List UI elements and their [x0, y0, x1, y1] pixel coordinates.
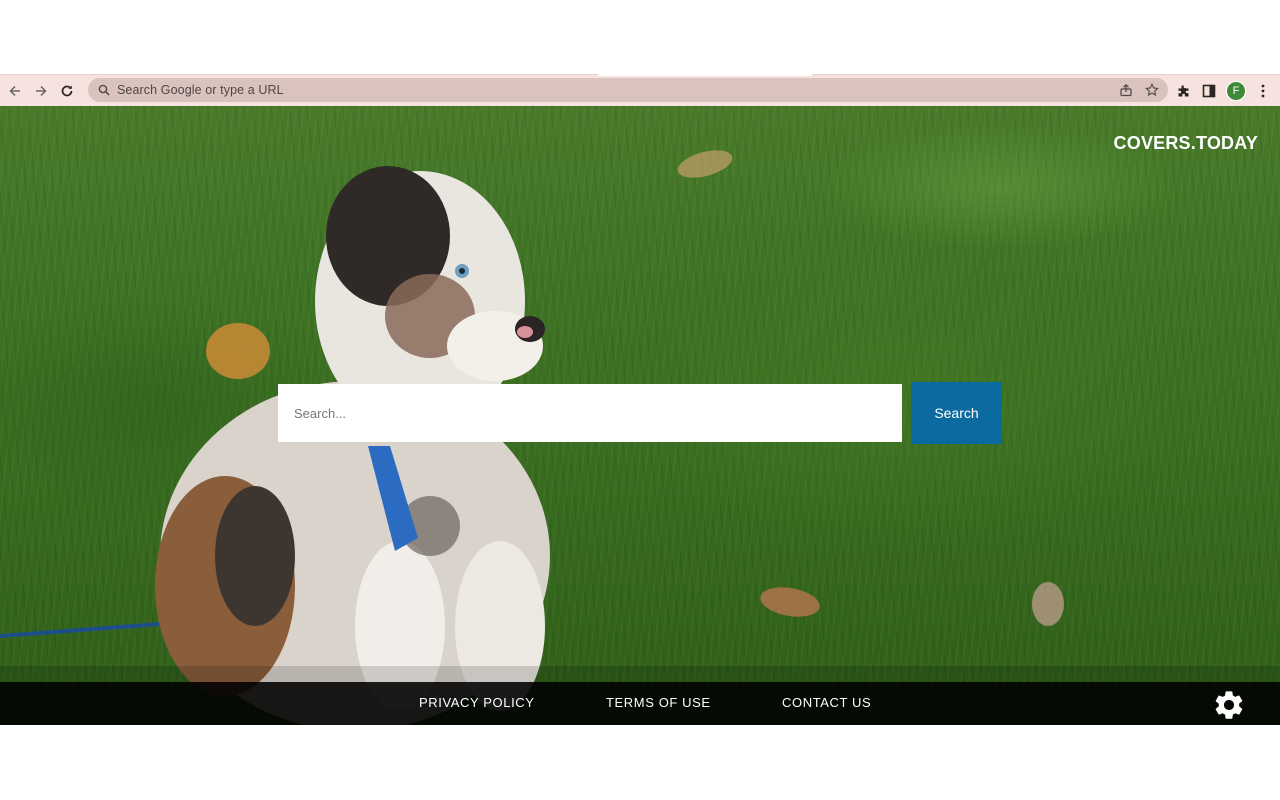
- share-icon[interactable]: [1118, 82, 1134, 98]
- side-panel-icon[interactable]: [1200, 82, 1218, 100]
- browser-toolbar: Search Google or type a URL F: [0, 74, 1280, 106]
- star-icon[interactable]: [1144, 82, 1160, 98]
- new-tab-page: COVERS.TODAY Search PRIVACY POLICY TERMS…: [0, 106, 1280, 725]
- window-top-area: [0, 0, 1280, 74]
- address-bar-placeholder: Search Google or type a URL: [117, 83, 284, 97]
- profile-avatar[interactable]: F: [1226, 81, 1246, 101]
- search-icon: [97, 83, 111, 97]
- gear-icon[interactable]: [1212, 688, 1246, 722]
- forward-arrow-icon[interactable]: [28, 78, 54, 104]
- address-bar[interactable]: Search Google or type a URL: [88, 78, 1168, 102]
- search-button[interactable]: Search: [911, 382, 1002, 444]
- search-input[interactable]: [278, 384, 902, 442]
- back-arrow-icon[interactable]: [2, 78, 28, 104]
- window-bottom-area: [0, 725, 1280, 800]
- reload-icon[interactable]: [54, 78, 80, 104]
- more-vert-icon[interactable]: [1254, 82, 1272, 100]
- tab-strip-edge: [598, 74, 812, 76]
- extensions-icon[interactable]: [1174, 82, 1192, 100]
- contact-us-link[interactable]: CONTACT US: [782, 695, 871, 710]
- brand-logo[interactable]: COVERS.TODAY: [1114, 133, 1258, 154]
- privacy-policy-link[interactable]: PRIVACY POLICY: [419, 695, 535, 710]
- footer-bar: PRIVACY POLICY TERMS OF USE CONTACT US: [0, 682, 1280, 725]
- terms-of-use-link[interactable]: TERMS OF USE: [606, 695, 711, 710]
